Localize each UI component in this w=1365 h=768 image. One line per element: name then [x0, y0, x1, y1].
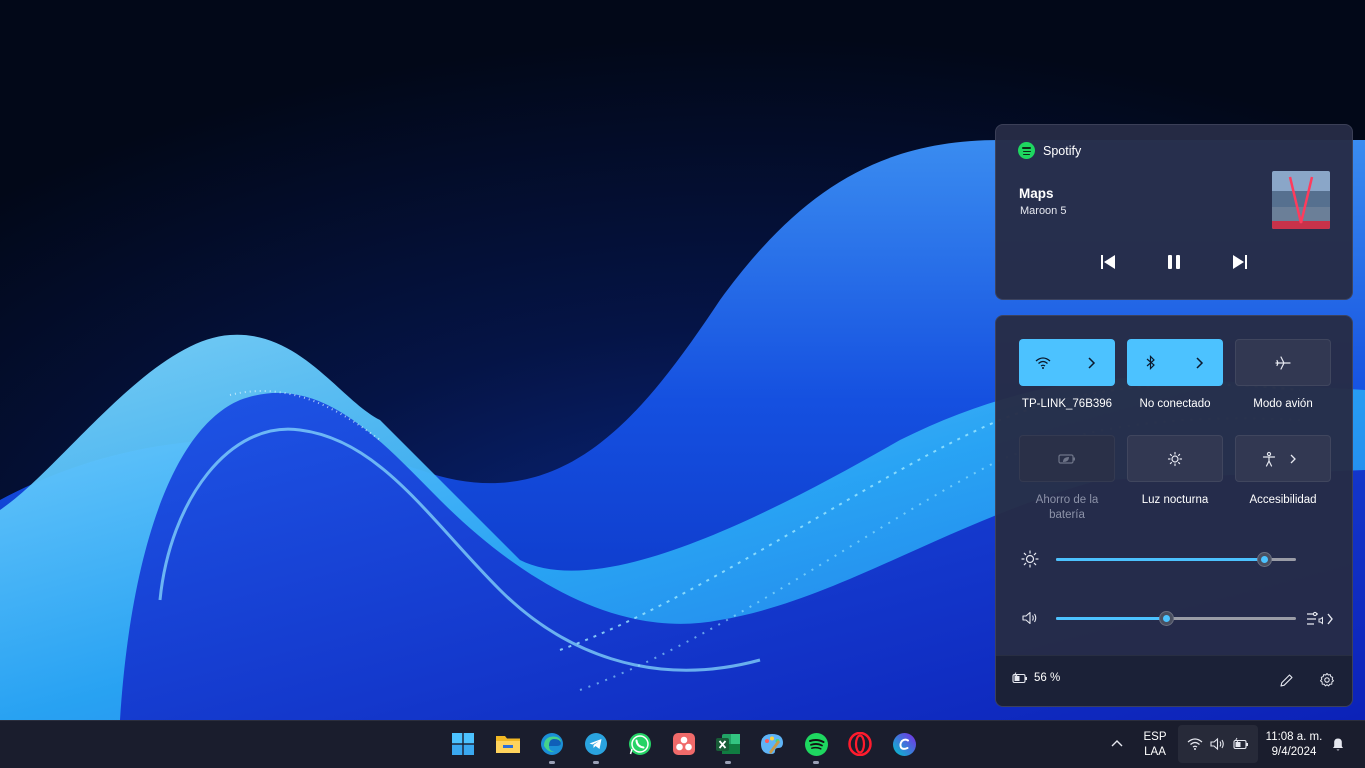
battery-charging-icon: [1233, 737, 1248, 750]
accessibility-tile[interactable]: [1235, 435, 1331, 482]
taskbar-app-canva[interactable]: [887, 727, 921, 761]
brightness-icon: [1021, 550, 1039, 568]
wifi-icon: [1187, 738, 1203, 750]
taskbar-app-excel[interactable]: [711, 727, 745, 764]
taskbar-app-opera[interactable]: [843, 727, 877, 761]
airplane-mode-tile-label: Modo avión: [1253, 398, 1313, 410]
volume-slider-row: [1021, 608, 1339, 628]
battery-charging-icon: [1012, 672, 1027, 684]
quick-settings-tray-button[interactable]: [1178, 725, 1258, 763]
wifi-tile-label: TP-LINK_76B396: [1021, 398, 1113, 410]
battery-saver-tile[interactable]: [1019, 435, 1115, 482]
battery-saver-label-line2: batería: [1049, 509, 1085, 521]
canva-icon: [892, 732, 916, 756]
speaker-icon[interactable]: [1021, 610, 1039, 626]
excel-icon: [716, 734, 740, 754]
taskbar-app-paint[interactable]: [755, 727, 789, 761]
taskbar-app-file-explorer[interactable]: [491, 727, 525, 761]
media-app-header: Spotify: [1018, 142, 1081, 159]
battery-saver-tile-label: Ahorro de la batería: [1011, 493, 1123, 523]
taskbar-app-telegram[interactable]: [579, 727, 613, 764]
asana-icon: [673, 733, 695, 755]
accessibility-icon: [1262, 451, 1276, 467]
next-track-button[interactable]: [1226, 251, 1254, 273]
next-track-icon: [1233, 255, 1247, 269]
wifi-toggle[interactable]: [1019, 339, 1067, 386]
volume-slider-fill: [1056, 617, 1167, 620]
brightness-slider[interactable]: [1056, 552, 1296, 567]
clock-time: 11:08 a. m.: [1265, 731, 1323, 743]
volume-slider-thumb[interactable]: [1158, 611, 1174, 626]
clock-date: 9/4/2024: [1271, 746, 1317, 758]
volume-icon: [1210, 737, 1224, 751]
taskbar-app-asana[interactable]: [667, 727, 701, 761]
pause-icon: [1168, 255, 1180, 269]
previous-track-button[interactable]: [1094, 251, 1122, 273]
clock[interactable]: 11:08 a. m. 9/4/2024: [1262, 730, 1326, 760]
spotify-icon: [804, 732, 828, 756]
airplane-mode-tile[interactable]: [1235, 339, 1331, 386]
start-icon: [452, 733, 474, 755]
input-language-indicator[interactable]: ESP LAA: [1137, 730, 1173, 760]
taskbar-app-spotify[interactable]: [799, 727, 833, 764]
taskbar-app-whatsapp[interactable]: [623, 727, 657, 761]
bluetooth-tile-label: No conectado: [1139, 398, 1211, 410]
night-light-tile-label: Luz nocturna: [1141, 494, 1209, 506]
wifi-expand-button[interactable]: [1067, 339, 1115, 386]
battery-saver-icon: [1058, 453, 1075, 464]
night-light-icon: [1167, 451, 1183, 466]
track-artist: Maroon 5: [1020, 205, 1067, 217]
pause-button[interactable]: [1160, 251, 1188, 273]
notification-bell-icon[interactable]: [1330, 736, 1346, 752]
bluetooth-icon: [1146, 355, 1155, 370]
chevron-right-icon: [1196, 356, 1204, 369]
night-light-tile[interactable]: [1127, 435, 1223, 482]
wifi-icon: [1035, 356, 1051, 369]
telegram-icon: [585, 733, 607, 755]
brightness-slider-row: [1021, 549, 1339, 569]
brightness-slider-fill: [1056, 558, 1265, 561]
accessibility-tile-label: Accesibilidad: [1249, 494, 1317, 506]
battery-saver-label-line1: Ahorro de la: [1035, 494, 1099, 506]
paint-icon: [761, 734, 783, 754]
media-app-name: Spotify: [1043, 143, 1082, 158]
album-cover-image[interactable]: [1272, 171, 1330, 229]
volume-slider[interactable]: [1056, 611, 1296, 626]
edit-quick-settings-icon[interactable]: [1279, 673, 1294, 688]
accessibility-expand-button[interactable]: [1283, 436, 1330, 481]
battery-status[interactable]: 56 %: [1012, 672, 1060, 684]
battery-percentage: 56 %: [1034, 672, 1061, 684]
file-explorer-icon: [496, 736, 520, 753]
taskbar-app-edge[interactable]: [535, 727, 569, 764]
start-button[interactable]: [446, 727, 480, 761]
whatsapp-icon: [629, 733, 651, 755]
quick-settings-footer: 56 %: [996, 655, 1352, 706]
spotify-logo-icon: [1018, 142, 1035, 159]
track-title: Maps: [1019, 186, 1054, 201]
chevron-right-icon: [1290, 454, 1296, 463]
taskbar: ESP LAA 11:08 a. m. 9/4/2024: [0, 720, 1365, 768]
wifi-tile[interactable]: [1019, 339, 1115, 386]
brightness-slider-thumb[interactable]: [1257, 552, 1273, 567]
audio-output-selector-icon[interactable]: [1306, 610, 1336, 628]
media-control-card: Spotify Maps Maroon 5: [995, 124, 1353, 300]
keyboard-layout-code: LAA: [1144, 746, 1166, 758]
language-code: ESP: [1143, 731, 1167, 743]
opera-icon: [848, 732, 872, 756]
show-hidden-icons-chevron-icon[interactable]: [1110, 738, 1124, 748]
previous-track-icon: [1101, 255, 1115, 269]
bluetooth-toggle[interactable]: [1127, 339, 1175, 386]
bluetooth-tile[interactable]: [1127, 339, 1223, 386]
quick-settings-panel: TP-LINK_76B396 No conectado Modo avión A…: [995, 315, 1353, 707]
settings-gear-icon[interactable]: [1319, 672, 1335, 688]
bluetooth-expand-button[interactable]: [1175, 339, 1223, 386]
chevron-right-icon: [1088, 356, 1096, 369]
edge-icon: [541, 733, 563, 755]
airplane-icon: [1275, 355, 1291, 370]
